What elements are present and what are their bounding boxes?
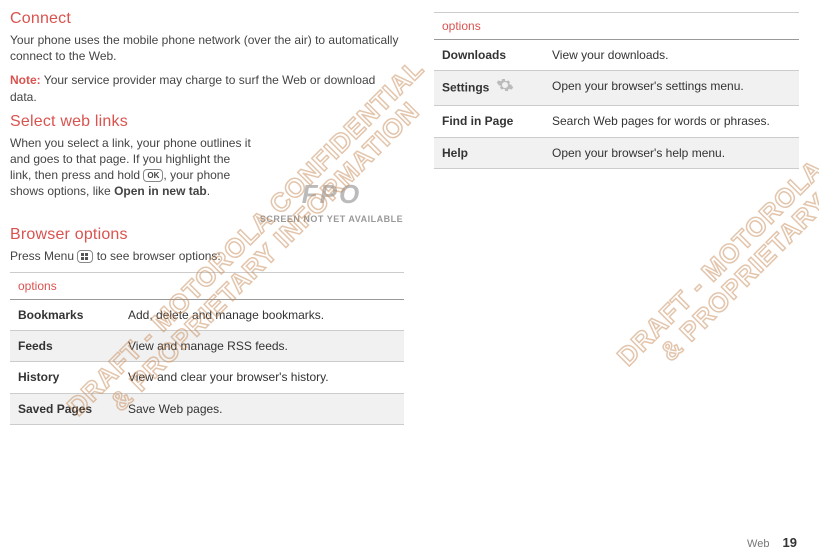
row-label: Feeds — [10, 331, 120, 362]
row-desc: View and manage RSS feeds. — [120, 331, 404, 362]
intro-b: to see browser options: — [93, 249, 220, 263]
select-links-para: When you select a link, your phone outli… — [10, 135, 251, 216]
row-desc: View your downloads. — [544, 40, 799, 71]
options-table-right: options Downloads View your downloads. S… — [434, 12, 799, 169]
open-in-new-tab-label: Open in new tab — [114, 184, 207, 198]
page-footer: Web 19 — [747, 535, 797, 550]
table-row: Feeds View and manage RSS feeds. — [10, 331, 404, 362]
note-label: Note: — [10, 73, 41, 87]
fpo-label: FPO — [259, 179, 404, 210]
row-desc: Add, delete and manage bookmarks. — [120, 299, 404, 330]
gear-icon — [496, 76, 514, 98]
ok-key-icon: OK — [143, 169, 163, 182]
heading-browser-options: Browser options — [10, 226, 404, 244]
heading-select-web-links: Select web links — [10, 113, 404, 131]
heading-connect: Connect — [10, 10, 404, 28]
row-label: Downloads — [434, 40, 544, 71]
row-label: Settings — [434, 71, 544, 106]
row-label: History — [10, 362, 120, 393]
footer-section: Web — [747, 538, 769, 550]
row-label: Find in Page — [434, 106, 544, 137]
table-row: Help Open your browser's help menu. — [434, 137, 799, 168]
fpo-placeholder: FPO SCREEN NOT YET AVAILABLE — [259, 135, 404, 224]
table-row: Saved Pages Save Web pages. — [10, 393, 404, 424]
table-row: History View and clear your browser's hi… — [10, 362, 404, 393]
note-text: Your service provider may charge to surf… — [10, 73, 375, 103]
menu-key-icon — [77, 250, 93, 263]
fpo-caption: SCREEN NOT YET AVAILABLE — [259, 214, 404, 224]
intro-a: Press Menu — [10, 249, 77, 263]
row-desc: Open your browser's settings menu. — [544, 71, 799, 106]
connect-note: Note: Your service provider may charge t… — [10, 72, 404, 104]
row-desc: Save Web pages. — [120, 393, 404, 424]
options-table-left: options Bookmarks Add, delete and manage… — [10, 272, 404, 425]
connect-para: Your phone uses the mobile phone network… — [10, 32, 404, 64]
row-label: Saved Pages — [10, 393, 120, 424]
row-desc: View and clear your browser's history. — [120, 362, 404, 393]
row-desc: Search Web pages for words or phrases. — [544, 106, 799, 137]
table-row: Bookmarks Add, delete and manage bookmar… — [10, 299, 404, 330]
row-label: Help — [434, 137, 544, 168]
table-header: options — [434, 13, 799, 40]
footer-page-number: 19 — [783, 535, 797, 550]
table-row: Settings Open your browser's settings me… — [434, 71, 799, 106]
select-text-c: . — [207, 184, 210, 198]
row-desc: Open your browser's help menu. — [544, 137, 799, 168]
row-label: Bookmarks — [10, 299, 120, 330]
table-row: Find in Page Search Web pages for words … — [434, 106, 799, 137]
browser-options-intro: Press Menu to see browser options: — [10, 248, 404, 264]
table-row: Downloads View your downloads. — [434, 40, 799, 71]
table-header: options — [10, 272, 404, 299]
